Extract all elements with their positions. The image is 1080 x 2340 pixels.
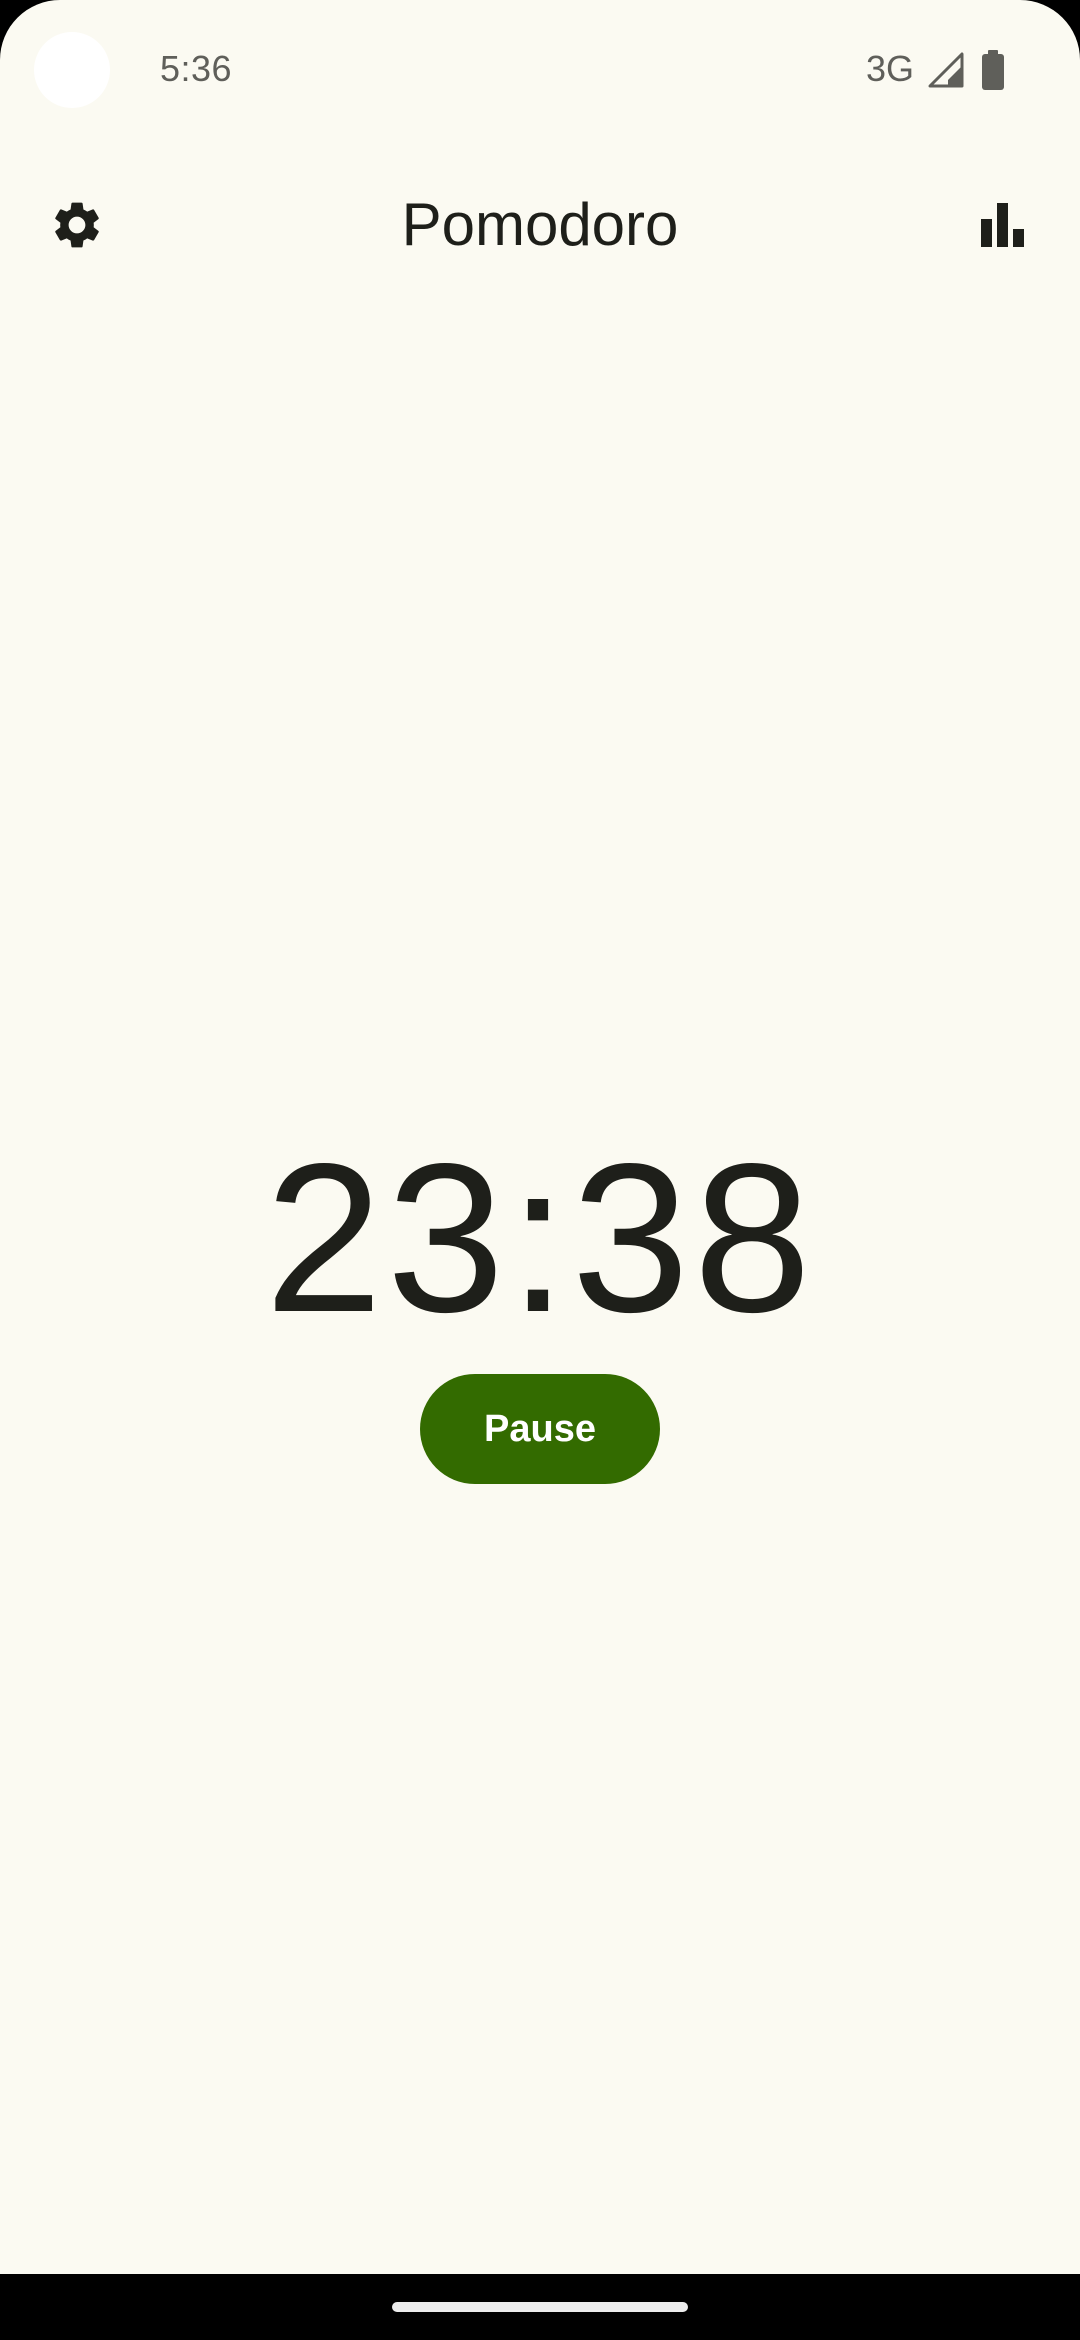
timer-display: 23:38 [264, 1119, 816, 1356]
battery-icon [982, 50, 1004, 90]
signal-icon [928, 52, 964, 88]
page-title: Pomodoro [401, 191, 679, 258]
bar-chart-icon [981, 203, 1024, 247]
statistics-button[interactable] [966, 188, 1040, 262]
camera-cutout [34, 32, 110, 108]
status-time: 5:36 [160, 48, 233, 89]
home-gesture-handle[interactable] [392, 2302, 688, 2312]
app-screen: 5:36 3G Pomodoro 23:38 Pause [0, 0, 1080, 2340]
pause-button[interactable]: Pause [420, 1374, 660, 1484]
network-type: 3G [866, 48, 915, 89]
